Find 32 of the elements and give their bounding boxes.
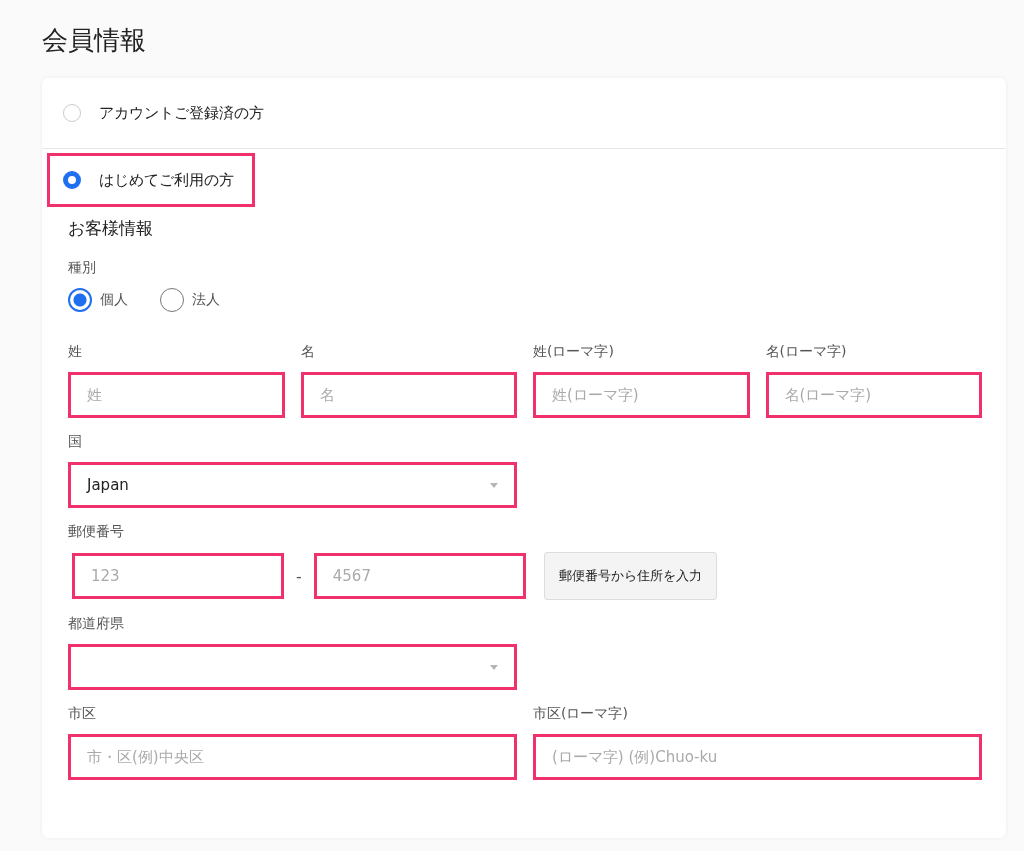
field-label: 姓 bbox=[68, 342, 83, 360]
input-field[interactable]: (ローマ字) (例)Chuo-ku bbox=[533, 734, 982, 780]
caret-icon bbox=[490, 664, 498, 670]
input-field[interactable]: 名(ローマ字) bbox=[765, 372, 982, 418]
radio-button[interactable] bbox=[63, 171, 81, 189]
field-label: 国 bbox=[68, 432, 83, 450]
field-label: 姓(ローマ字) bbox=[533, 342, 615, 360]
input-field[interactable]: 4567 bbox=[313, 553, 526, 599]
input-field[interactable]: 市・区(例)中央区 bbox=[68, 734, 517, 780]
dropdown[interactable] bbox=[68, 644, 517, 690]
caret-icon bbox=[490, 482, 498, 488]
field-label: 種別 bbox=[68, 258, 97, 276]
account-option[interactable]: はじめてご利用の方 bbox=[47, 153, 255, 207]
field-label: 名 bbox=[300, 342, 316, 360]
field-label: 名(ローマ字) bbox=[765, 342, 848, 360]
input-field[interactable]: 姓 bbox=[68, 372, 285, 418]
dropdown[interactable]: Japan bbox=[68, 462, 517, 508]
page-title: 会員情報 bbox=[42, 24, 147, 57]
input-field[interactable]: 姓(ローマ字) bbox=[533, 372, 750, 418]
field-label: 郵便番号 bbox=[68, 522, 125, 540]
input-field[interactable]: 名 bbox=[300, 372, 517, 418]
section-title: お客様情報 bbox=[68, 217, 154, 240]
radio-label: 個人 bbox=[100, 291, 128, 309]
lookup-button[interactable]: 郵便番号から住所を入力 bbox=[543, 552, 717, 600]
field-label: 市区 bbox=[68, 704, 97, 722]
field-label: 都道府県 bbox=[68, 614, 125, 632]
field-label: 市区(ローマ字) bbox=[533, 704, 629, 722]
account-option[interactable]: アカウントご登録済の方 bbox=[47, 86, 285, 140]
separator-text: - bbox=[296, 566, 302, 586]
radio-label: 法人 bbox=[192, 291, 220, 309]
input-field[interactable]: 123 bbox=[72, 553, 284, 599]
radio-button[interactable] bbox=[68, 288, 92, 312]
